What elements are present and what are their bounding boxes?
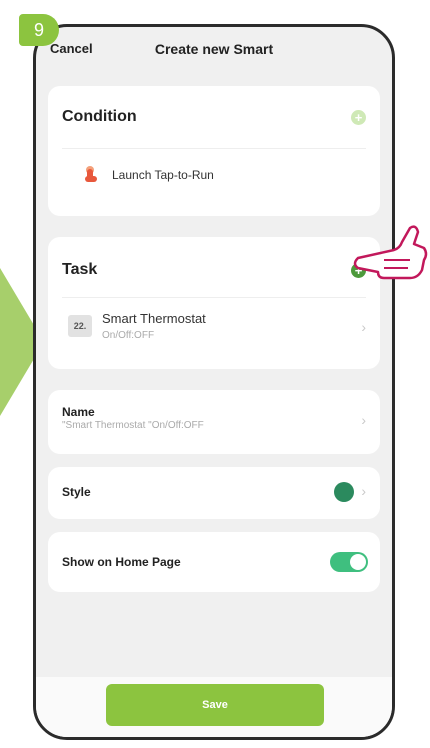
name-label: Name (62, 405, 95, 419)
phone-frame: Cancel Create new Smart Condition + Laun… (33, 24, 395, 740)
show-on-home-label: Show on Home Page (62, 555, 181, 569)
show-on-home-toggle[interactable] (330, 552, 368, 572)
style-swatch-icon[interactable] (334, 482, 354, 502)
task-card: Task + 22. Smart Thermostat On/Off:OFF › (48, 237, 380, 369)
condition-card: Condition + Launch Tap-to-Run (48, 86, 380, 216)
style-row[interactable]: Style › (48, 467, 380, 519)
navbar: Cancel Create new Smart (36, 27, 392, 71)
task-item-name[interactable]: Smart Thermostat (102, 311, 206, 326)
chevron-right-icon[interactable]: › (361, 483, 366, 499)
tap-hand-icon (85, 166, 97, 182)
name-value: "Smart Thermostat "On/Off:OFF (62, 420, 204, 431)
save-button[interactable]: Save (106, 684, 324, 726)
pointing-hand-icon (353, 225, 428, 280)
divider (62, 297, 366, 298)
name-row[interactable]: Name "Smart Thermostat "On/Off:OFF › (48, 390, 380, 454)
instruction-stage: 9 Cancel Create new Smart Condition + La… (0, 0, 430, 748)
condition-title: Condition (62, 108, 137, 125)
style-label: Style (62, 485, 91, 499)
toggle-knob (350, 554, 366, 570)
show-on-home-row: Show on Home Page (48, 532, 380, 592)
step-number-badge: 9 (19, 14, 59, 46)
thermostat-icon: 22. (68, 315, 92, 337)
task-item-detail: On/Off:OFF (102, 330, 155, 341)
bottom-bar: Save (36, 677, 392, 737)
task-title: Task (62, 261, 98, 278)
divider (62, 148, 366, 149)
condition-item-label[interactable]: Launch Tap-to-Run (112, 168, 214, 182)
page-title: Create new Smart (154, 41, 274, 57)
chevron-right-icon[interactable]: › (361, 412, 366, 428)
plus-circle-icon[interactable]: + (351, 110, 366, 125)
chevron-right-icon[interactable]: › (361, 319, 366, 335)
